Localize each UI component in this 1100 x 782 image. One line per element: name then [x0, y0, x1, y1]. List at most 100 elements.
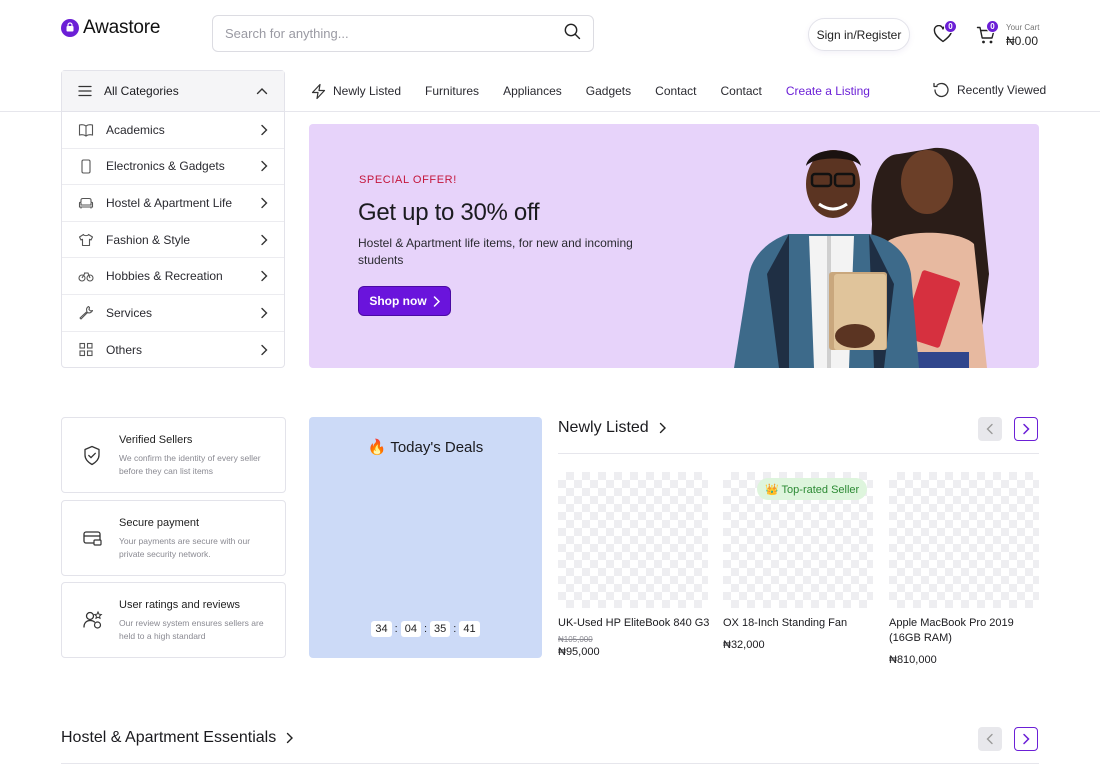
- search-icon[interactable]: [564, 23, 581, 45]
- category-item-others[interactable]: Others: [62, 332, 284, 369]
- deals-countdown-timer: 34 : 04 : 35 : 41: [309, 621, 542, 637]
- category-label: Fashion & Style: [106, 232, 191, 247]
- timer-minutes: 04: [400, 621, 421, 637]
- carousel-prev-button[interactable]: [978, 727, 1002, 751]
- category-item-hobbies[interactable]: Hobbies & Recreation: [62, 258, 284, 295]
- shop-now-label: Shop now: [369, 294, 427, 308]
- product-name[interactable]: Apple MacBook Pro 2019 (16GB RAM): [889, 616, 1041, 646]
- chevron-left-icon: [986, 733, 993, 745]
- product-name[interactable]: OX 18-Inch Standing Fan: [723, 616, 875, 631]
- chevron-right-icon: [433, 295, 440, 307]
- cart-count-badge: 0: [986, 20, 999, 33]
- feature-description: Your payments are secure with our privat…: [119, 536, 251, 559]
- cart-button[interactable]: 0: [975, 20, 999, 46]
- product-price: ₦810,000: [889, 654, 937, 666]
- grid-icon: [79, 343, 93, 357]
- category-label: Others: [106, 342, 143, 357]
- category-item-electronics[interactable]: Electronics & Gadgets: [62, 149, 284, 186]
- chevron-right-icon: [261, 307, 268, 318]
- nav-create-listing[interactable]: Create a Listing: [786, 84, 870, 98]
- timer-seconds: 35: [430, 621, 451, 637]
- category-item-services[interactable]: Services: [62, 295, 284, 332]
- section-divider: [558, 453, 1039, 454]
- top-rated-seller-badge: 👑 Top-rated Seller: [757, 478, 868, 500]
- nav-newly-listed[interactable]: Newly Listed: [310, 83, 401, 100]
- category-label: Hostel & Apartment Life: [106, 195, 233, 210]
- product-name[interactable]: UK-Used HP EliteBook 840 G3: [558, 616, 710, 631]
- chevron-right-icon: [261, 344, 268, 356]
- carousel-next-button[interactable]: [1014, 417, 1038, 441]
- nav-gadgets[interactable]: Gadgets: [586, 84, 631, 98]
- category-item-fashion[interactable]: Fashion & Style: [62, 222, 284, 259]
- all-categories-label: All Categories: [104, 84, 179, 98]
- product-price: ₦32,000: [723, 639, 765, 651]
- nav-link-label: Newly Listed: [333, 84, 402, 98]
- cart-total: ₦0.00: [1006, 34, 1039, 48]
- timer-hours: 34: [371, 621, 392, 637]
- main-nav: Newly Listed Furnitures Appliances Gadge…: [310, 80, 870, 102]
- recently-viewed-label: Recently Viewed: [957, 83, 1047, 97]
- hero-title: Get up to 30% off: [358, 199, 540, 226]
- category-item-hostel[interactable]: Hostel & Apartment Life: [62, 185, 284, 222]
- product-image-placeholder[interactable]: [558, 472, 708, 608]
- recently-viewed-link[interactable]: Recently Viewed: [932, 81, 1046, 99]
- product-image-placeholder[interactable]: [889, 472, 1039, 608]
- chevron-right-icon: [261, 161, 268, 172]
- nav-appliances[interactable]: Appliances: [503, 84, 562, 98]
- category-menu: All Categories Academics Electronics & G…: [61, 70, 285, 368]
- wishlist-count-badge: 0: [944, 20, 957, 33]
- nav-contact[interactable]: Contact: [655, 84, 696, 98]
- lightning-icon: [311, 83, 326, 99]
- feature-description: Our review system ensures sellers are he…: [119, 618, 264, 641]
- chevron-right-icon: [261, 234, 268, 245]
- feature-card-ratings-reviews: User ratings and reviews Our review syst…: [61, 582, 286, 658]
- shirt-icon: [78, 233, 94, 246]
- sofa-icon: [78, 197, 94, 209]
- feature-title: Verified Sellers: [119, 434, 193, 446]
- newly-listed-heading[interactable]: Newly Listed: [558, 419, 666, 437]
- carousel-prev-button[interactable]: [978, 417, 1002, 441]
- shield-check-icon: [82, 445, 102, 471]
- category-item-academics[interactable]: Academics: [62, 112, 284, 149]
- nav-contact-2[interactable]: Contact: [721, 84, 762, 98]
- timer-separator: :: [453, 623, 457, 635]
- product-price: ₦95,000: [558, 646, 600, 658]
- chevron-right-icon: [1023, 733, 1030, 745]
- search-bar[interactable]: [212, 15, 594, 52]
- phone-icon: [81, 159, 91, 174]
- book-icon: [78, 123, 94, 137]
- timer-separator: :: [394, 623, 398, 635]
- section-title: Newly Listed: [558, 419, 649, 436]
- category-label: Hobbies & Recreation: [106, 269, 223, 284]
- hostel-essentials-heading[interactable]: Hostel & Apartment Essentials: [61, 729, 294, 747]
- brand-name: Awastore: [83, 17, 161, 38]
- chevron-right-icon: [287, 732, 294, 744]
- wishlist-button[interactable]: 0: [932, 20, 957, 45]
- card-lock-icon: [82, 528, 103, 553]
- section-divider: [61, 763, 1039, 764]
- cart-label: Your Cart: [1006, 23, 1040, 32]
- all-categories-toggle[interactable]: All Categories: [62, 71, 284, 112]
- chevron-left-icon: [986, 423, 993, 435]
- section-title: Hostel & Apartment Essentials: [61, 729, 277, 746]
- logo-mark-icon: [61, 19, 79, 37]
- gamepad-icon: [78, 272, 94, 282]
- hero-eyebrow: SPECIAL OFFER!: [359, 174, 457, 186]
- signin-register-button[interactable]: Sign in/Register: [808, 18, 910, 51]
- category-label: Electronics & Gadgets: [106, 159, 225, 174]
- product-old-price: ₦105,000: [558, 635, 593, 644]
- chevron-right-icon: [659, 422, 666, 434]
- shop-now-button[interactable]: Shop now: [358, 286, 451, 316]
- nav-furnitures[interactable]: Furnitures: [425, 84, 479, 98]
- brand-logo[interactable]: Awastore: [61, 17, 160, 39]
- feature-title: User ratings and reviews: [119, 599, 241, 611]
- chevron-right-icon: [261, 270, 268, 282]
- chevron-up-icon: [256, 88, 268, 95]
- category-label: Services: [106, 305, 153, 320]
- timer-fraction: 41: [459, 621, 480, 637]
- hero-subtitle: Hostel & Apartment life items, for new a…: [358, 236, 633, 267]
- feature-description: We confirm the identity of every seller …: [119, 453, 261, 476]
- chevron-right-icon: [261, 124, 268, 135]
- search-input[interactable]: [225, 26, 525, 41]
- carousel-next-button[interactable]: [1014, 727, 1038, 751]
